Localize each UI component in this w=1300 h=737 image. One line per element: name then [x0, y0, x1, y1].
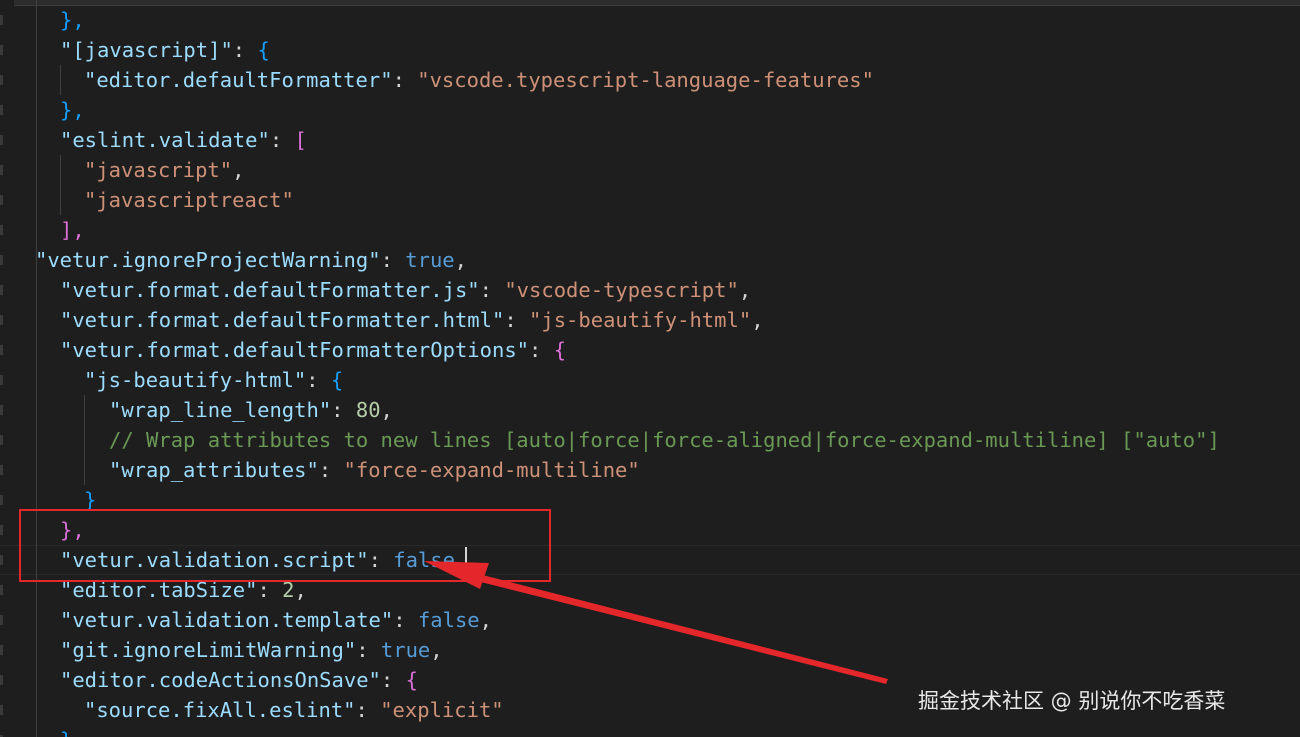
annotation-arrow [424, 561, 888, 684]
code-editor[interactable]: }, "[javascript]": {"editor.defaultFormat… [0, 0, 1300, 737]
annotation-arrow-shaft [469, 572, 888, 684]
annotation-arrow-head [424, 561, 489, 589]
watermark-text: 掘金技术社区 @ 别说你不吃香菜 [918, 689, 1226, 713]
